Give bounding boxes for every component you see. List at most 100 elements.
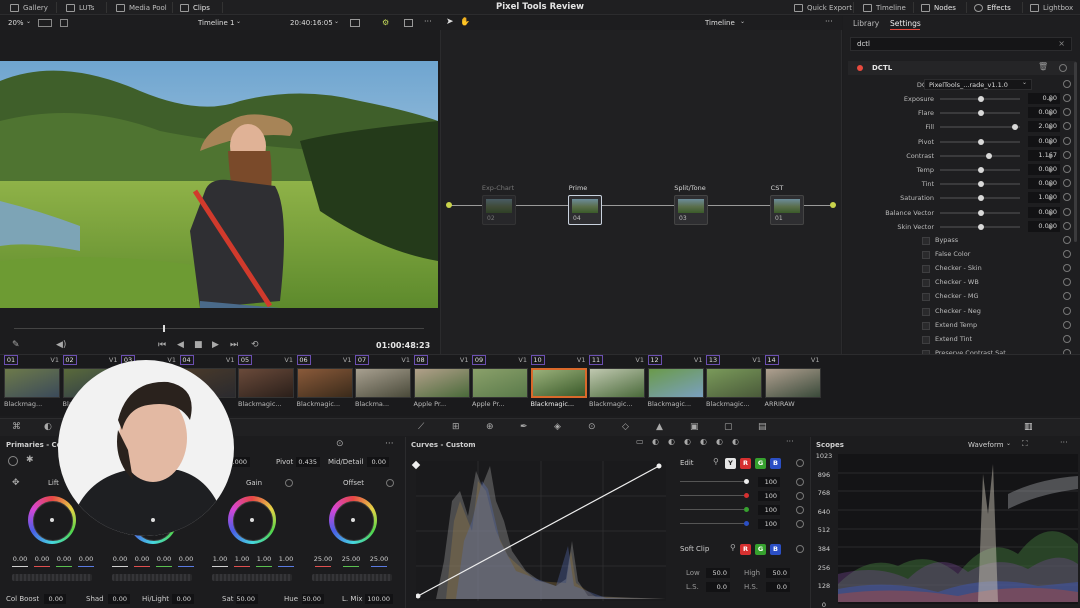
reset-icon[interactable] — [1063, 150, 1071, 159]
effects-search-input[interactable]: dctl × — [850, 37, 1072, 51]
param-slider[interactable] — [940, 126, 1020, 129]
skip-back-icon[interactable]: ⏮ — [158, 340, 166, 350]
clip-thumbnail[interactable]: 06 V1 Blackmagic... — [296, 355, 355, 412]
scope-expand-icon[interactable]: ⛶ — [1022, 439, 1028, 449]
bottom-param-value[interactable]: 50.00 — [302, 594, 324, 604]
viewer-mode-icon[interactable] — [60, 19, 68, 27]
effect-enable-dot[interactable] — [857, 65, 863, 71]
param-value-field[interactable]: 1.167 — [1028, 149, 1060, 161]
wheel-value[interactable]: 0.00 — [154, 555, 174, 563]
link-icon[interactable]: ⚲ — [730, 543, 736, 552]
wheel-value[interactable]: 25.00 — [369, 555, 389, 563]
channel-b-button[interactable]: B — [770, 458, 781, 469]
more-options-icon[interactable]: ··· — [424, 17, 432, 26]
clip-thumbnail[interactable]: 10 V1 Blackmagic... — [530, 355, 589, 412]
zoom-dropdown[interactable]: 20% — [8, 19, 24, 27]
param-slider-knob[interactable] — [978, 181, 984, 188]
offset-master-slider[interactable] — [312, 574, 392, 581]
keyframe-diamond-icon[interactable]: ◆ — [1048, 194, 1053, 202]
reset-icon[interactable] — [1063, 193, 1071, 202]
wipe-icon[interactable] — [404, 19, 413, 27]
key-icon[interactable]: ▣ — [690, 422, 699, 432]
reset-icon[interactable] — [1063, 250, 1071, 259]
viewer-scrubber[interactable] — [14, 328, 424, 329]
pointer-cross-icon[interactable]: ✥ — [12, 478, 20, 488]
reset-icon[interactable] — [1063, 122, 1071, 131]
channel-y-button[interactable]: Y — [725, 458, 736, 469]
reset-icon[interactable] — [1063, 278, 1071, 287]
checkbox[interactable] — [922, 237, 930, 245]
more-options-icon[interactable]: ··· — [825, 17, 833, 26]
wheel-value[interactable]: 1.00 — [276, 555, 296, 563]
keyframe-diamond-icon[interactable]: ◆ — [1048, 123, 1053, 131]
reverse-play-icon[interactable]: ◀ — [177, 340, 184, 350]
lift-master-slider[interactable] — [12, 574, 92, 581]
curves-graph[interactable] — [415, 461, 666, 601]
node-prime[interactable]: 04 — [568, 195, 602, 225]
bottom-param-value[interactable]: 0.00 — [44, 594, 66, 604]
keyframe-diamond-icon[interactable]: ◆ — [1048, 180, 1053, 188]
param-slider-knob[interactable] — [978, 223, 984, 230]
primaries-mode-icon[interactable]: ⊙ — [336, 439, 344, 449]
checkbox[interactable] — [922, 265, 930, 274]
play-icon[interactable]: ▶ — [212, 340, 219, 350]
lightbox-button[interactable]: Lightbox — [1030, 0, 1073, 15]
pointer-icon[interactable]: ➤ — [446, 17, 454, 27]
reset-icon[interactable] — [1063, 292, 1071, 301]
tab-settings[interactable]: Settings — [890, 19, 921, 28]
tracker-icon[interactable]: ⊙ — [588, 422, 596, 432]
magic-mask-icon[interactable]: ◇ — [622, 422, 629, 432]
playhead-marker[interactable] — [163, 325, 165, 332]
3d-icon[interactable]: ▤ — [758, 422, 767, 432]
skip-forward-icon[interactable]: ⏭ — [230, 340, 238, 350]
loop-icon[interactable]: ⟲ — [251, 340, 259, 350]
hand-icon[interactable]: ✋ — [460, 17, 470, 26]
param-slider-knob[interactable] — [978, 195, 984, 202]
temperature-icon[interactable] — [8, 456, 18, 466]
param-value-field[interactable]: 0.000 — [1028, 164, 1060, 175]
wheel-value[interactable]: 0.00 — [176, 555, 196, 563]
wheel-value[interactable]: 1.00 — [232, 555, 252, 563]
settings-scrollbar[interactable] — [1074, 62, 1077, 242]
keyframe-diamond-icon[interactable]: ◆ — [1048, 152, 1053, 160]
reset-icon[interactable] — [1063, 108, 1071, 117]
link-icon[interactable]: ⚲ — [713, 457, 719, 466]
reset-icon[interactable] — [1059, 64, 1067, 72]
channel-r-button[interactable]: R — [740, 458, 751, 469]
curve-view-icon[interactable]: ▭ — [636, 437, 644, 446]
wheel-value[interactable]: 25.00 — [313, 555, 333, 563]
hue-vs-hue-icon[interactable]: ◐ — [652, 437, 659, 446]
scope-mode-dropdown[interactable]: Waveform — [968, 441, 1004, 449]
bottom-param-value[interactable]: 0.00 — [172, 594, 194, 604]
gain-master-slider[interactable] — [212, 574, 292, 581]
reset-icon[interactable] — [796, 459, 804, 467]
reset-icon[interactable] — [1063, 136, 1071, 145]
softclip-g-button[interactable]: G — [755, 544, 766, 555]
wheel-value[interactable]: 0.00 — [32, 555, 52, 563]
node-exp-chart[interactable]: 02 — [482, 195, 516, 225]
keyframe-diamond-icon[interactable]: ◆ — [1048, 109, 1053, 117]
middetail-field[interactable]: 0.00 — [367, 457, 389, 467]
clip-thumbnail[interactable]: 13 V1 Blackmagic... — [706, 355, 764, 412]
color-picker-icon[interactable]: ⚙ — [382, 18, 389, 27]
reset-icon[interactable] — [796, 506, 804, 514]
timeline-button[interactable]: Timeline — [863, 0, 906, 15]
checkbox[interactable] — [922, 279, 930, 288]
checkbox[interactable] — [922, 321, 930, 330]
wheel-value[interactable]: 25.00 — [341, 555, 361, 563]
checkbox[interactable] — [922, 335, 930, 344]
ls-field[interactable]: 0.0 — [706, 582, 730, 592]
reset-icon[interactable] — [1063, 165, 1071, 173]
param-slider-knob[interactable] — [978, 96, 984, 102]
clip-thumbnail[interactable]: 12 V1 Blackmagic... — [647, 355, 706, 412]
sat-vs-sat-icon[interactable]: ◐ — [716, 437, 723, 446]
tab-library[interactable]: Library — [853, 19, 879, 28]
clip-thumbnail[interactable]: 01 V1 Blackmag... — [4, 355, 62, 412]
viewer-image[interactable] — [0, 61, 438, 308]
gamma-master-slider[interactable] — [112, 574, 192, 581]
bottom-param-value[interactable]: 100.00 — [365, 594, 393, 604]
reset-icon[interactable] — [1063, 207, 1071, 216]
bottom-param-value[interactable]: 50.00 — [236, 594, 258, 604]
param-value-field[interactable]: 0.000 — [1028, 178, 1060, 190]
blur-icon[interactable]: ▲ — [656, 422, 663, 432]
